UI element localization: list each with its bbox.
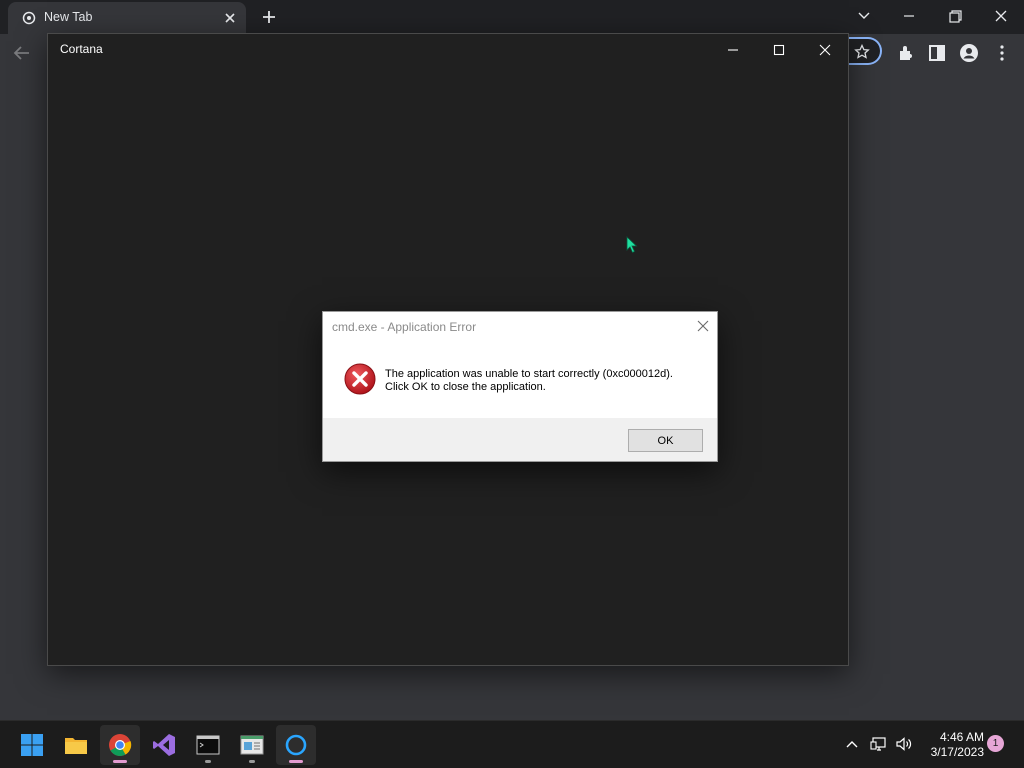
taskbar-store-app[interactable] [232,725,272,765]
cortana-title: Cortana [60,42,103,56]
tab-search-icon[interactable] [850,5,878,27]
network-icon[interactable] [870,735,888,753]
taskbar: 4:46 AM 3/17/2023 [0,720,1024,768]
document-app-icon [240,735,264,755]
tab-title: New Tab [44,10,93,24]
tab-close-icon[interactable] [222,10,238,26]
folder-icon [65,738,87,754]
profile-icon[interactable] [958,42,980,64]
dialog-message: The application was unable to start corr… [385,368,673,394]
dialog-footer: OK [323,418,717,461]
ok-button[interactable]: OK [628,429,703,452]
taskbar-chrome[interactable] [100,725,140,765]
minimize-icon[interactable] [895,5,923,27]
new-tab-button[interactable] [260,8,278,26]
error-dialog: cmd.exe - Application Error The applicat… [322,311,718,462]
dialog-message-line2: Click OK to close the application. [385,381,546,393]
terminal-running-indicator [205,760,211,763]
notification-badge[interactable]: 1 [987,735,1004,752]
chevron-up-icon[interactable] [843,735,861,753]
taskbar-file-explorer[interactable] [56,725,96,765]
new-tab-icon [22,11,36,25]
extensions-icon[interactable] [895,42,917,64]
clock-time: 4:46 AM [939,730,984,744]
browser-tabstrip: New Tab [0,0,1024,34]
cortana-minimize-icon[interactable] [718,38,748,62]
error-icon [344,363,376,395]
cortana-maximize-icon[interactable] [764,38,794,62]
volume-icon[interactable] [895,735,913,753]
taskbar-terminal[interactable] [188,725,228,765]
browser-tab[interactable]: New Tab [8,2,246,34]
visual-studio-icon [153,734,175,756]
system-clock[interactable]: 4:46 AM 3/17/2023 [920,730,984,760]
taskbar-visual-studio[interactable] [144,725,184,765]
more-menu-icon[interactable] [991,42,1013,64]
cortana-icon [285,734,307,756]
store-app-running-indicator [249,760,255,763]
chrome-active-indicator [113,760,127,763]
windows-logo-icon [21,734,43,756]
close-icon[interactable] [987,5,1015,27]
dialog-title: cmd.exe - Application Error [332,320,477,334]
cortana-close-icon[interactable] [810,38,840,62]
side-panel-icon[interactable] [926,42,948,64]
dialog-message-line1: The application was unable to start corr… [385,368,673,380]
back-arrow-icon[interactable] [11,42,33,64]
chrome-icon [109,734,132,756]
dialog-close-icon[interactable] [695,318,711,334]
cortana-active-indicator [289,760,303,763]
clock-date: 3/17/2023 [930,745,984,759]
taskbar-cortana[interactable] [276,725,316,765]
restore-icon[interactable] [941,5,969,27]
mouse-cursor-icon [626,236,638,254]
terminal-icon [196,735,220,755]
bookmark-star-icon[interactable] [854,44,870,60]
start-button[interactable] [12,725,52,765]
